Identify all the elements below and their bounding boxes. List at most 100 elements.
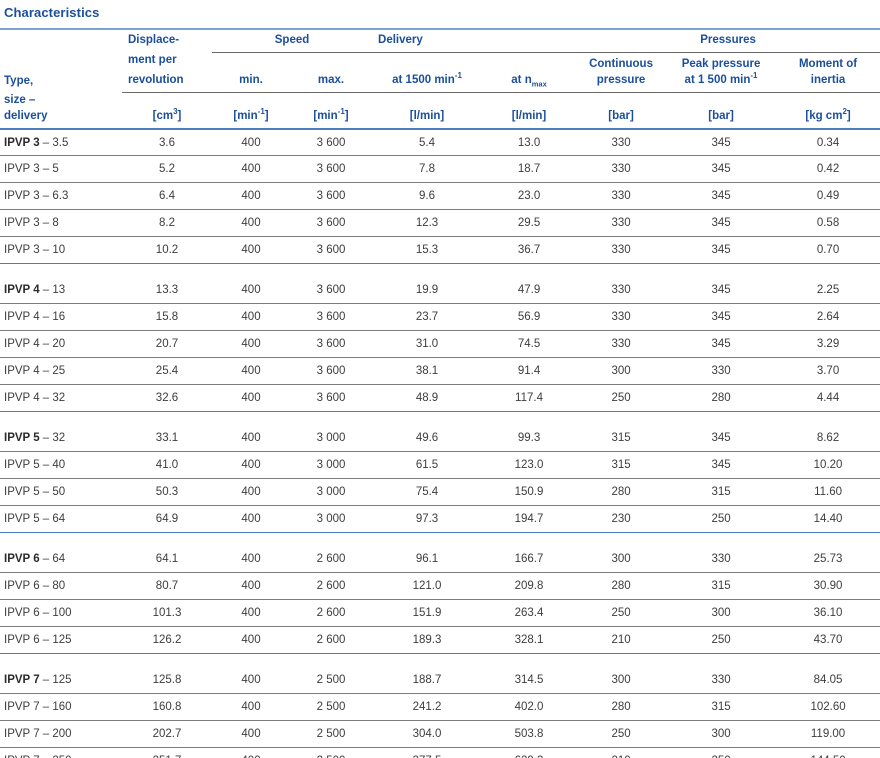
cell-speed-max: 3 600 (290, 209, 373, 238)
cell-delivery-1500: 75.4 (372, 478, 483, 507)
header-group-delivery: Delivery (372, 30, 577, 53)
type-model: IPVP 6 (4, 607, 40, 620)
cell-inertia: 2.25 (776, 276, 880, 305)
cell-speed-min: 400 (212, 424, 290, 453)
header-delivery-1500-sup: -1 (454, 71, 462, 81)
cell-continuous: 230 (576, 505, 667, 534)
type-size: 50 (52, 486, 66, 499)
cell-delivery-1500: 23.7 (372, 303, 483, 332)
cell-continuous: 300 (576, 545, 667, 574)
header-stub-blank-2 (0, 52, 122, 72)
cell-type: IPVP 3 – 3.5 (0, 127, 122, 157)
group-spacer (0, 412, 880, 425)
type-size: 8 (52, 217, 59, 230)
cell-delivery-1500: 12.3 (372, 209, 483, 238)
table-row: IPVP 6 – 64 64.1 400 2 600 96.1 166.7 300 330 25… (0, 545, 880, 574)
cell-type: IPVP 3 – 6.3 (0, 182, 122, 211)
type-model: IPVP 3 (4, 190, 40, 203)
cell-continuous: 250 (576, 384, 667, 413)
cell-speed-min: 400 (212, 747, 290, 758)
header-spacer-a (212, 52, 290, 72)
cell-delivery-nmax: 123.0 (482, 451, 577, 480)
cell-displacement: 64.9 (122, 505, 212, 534)
cell-peak: 250 (666, 626, 777, 655)
cell-delivery-nmax: 29.5 (482, 209, 577, 238)
cell-delivery-1500: 189.3 (372, 626, 483, 655)
table-row: IPVP 7 – 125 125.8 400 2 500 188.7 314.5 300 33… (0, 666, 880, 695)
cell-speed-max: 2 500 (290, 720, 373, 749)
cell-speed-min: 400 (212, 720, 290, 749)
cell-speed-min: 400 (212, 626, 290, 655)
table-row: IPVP 6 – 100 101.3 400 2 600 151.9 263.4 250 30… (0, 599, 880, 628)
cell-type: IPVP 7 – 200 (0, 720, 122, 749)
cell-speed-min: 400 (212, 236, 290, 265)
type-size: 40 (52, 459, 66, 472)
cell-peak: 315 (666, 693, 777, 722)
cell-speed-min: 400 (212, 276, 290, 305)
type-size: 5 (52, 163, 59, 176)
cell-speed-max: 2 600 (290, 626, 373, 655)
header-spacer-d (482, 52, 576, 72)
type-dash: – (39, 217, 53, 230)
type-size: 6.3 (52, 190, 69, 203)
table-row: IPVP 3 – 8 8.2 400 3 600 12.3 29.5 330 345 0.58 (0, 209, 880, 238)
cell-peak: 345 (666, 182, 777, 211)
type-size: 32 (52, 392, 66, 405)
cell-speed-max: 2 600 (290, 572, 373, 601)
cell-peak: 300 (666, 720, 777, 749)
header-spacer-c (372, 52, 482, 72)
type-model: IPVP 3 (4, 244, 40, 257)
cell-type: IPVP 5 – 50 (0, 478, 122, 507)
cell-inertia: 119.00 (776, 720, 880, 749)
unit-continuous: [bar] (576, 91, 667, 129)
cell-inertia: 0.49 (776, 182, 880, 211)
table-row: IPVP 6 – 80 80.7 400 2 600 121.0 209.8 280 315 3… (0, 572, 880, 601)
cell-type: IPVP 3 – 8 (0, 209, 122, 238)
unit-displacement-pre: [cm (152, 110, 174, 123)
table-row: IPVP 4 – 25 25.4 400 3 600 38.1 91.4 300 330 3.7… (0, 357, 880, 386)
unit-delivery-1500: [l/min] (372, 91, 483, 129)
type-dash: – (39, 284, 53, 297)
type-dash: – (39, 728, 53, 741)
cell-inertia: 25.73 (776, 545, 880, 574)
table-header: Displace- Speed Delivery Pressures ment … (0, 30, 880, 129)
cell-speed-min: 400 (212, 572, 290, 601)
unit-speed-max-post: ] (344, 110, 349, 123)
unit-speed-max-pre: [min (313, 110, 338, 123)
cell-peak: 330 (666, 666, 777, 695)
cell-delivery-1500: 121.0 (372, 572, 483, 601)
cell-delivery-1500: 61.5 (372, 451, 483, 480)
cell-continuous: 330 (576, 209, 667, 238)
header-inertia-line2: inertia (810, 74, 846, 87)
cell-type: IPVP 6 – 125 (0, 626, 122, 655)
type-dash: – (39, 311, 53, 324)
cell-type: IPVP 4 – 13 (0, 276, 122, 305)
cell-inertia: 10.20 (776, 451, 880, 480)
type-dash: – (39, 392, 53, 405)
header-units-row: size – delivery [cm3] [min-1] [min-1] [l… (0, 91, 880, 129)
cell-delivery-1500: 48.9 (372, 384, 483, 413)
cell-inertia: 8.62 (776, 424, 880, 453)
table-row: IPVP 5 – 32 33.1 400 3 000 49.6 99.3 315 345 8.6… (0, 424, 880, 453)
cell-delivery-1500: 241.2 (372, 693, 483, 722)
cell-inertia: 3.29 (776, 330, 880, 359)
cell-speed-max: 2 600 (290, 599, 373, 628)
cell-delivery-nmax: 18.7 (482, 155, 577, 184)
cell-continuous: 330 (576, 236, 667, 265)
type-size: 10 (52, 244, 66, 257)
type-size: 80 (52, 580, 66, 593)
cell-inertia: 2.64 (776, 303, 880, 332)
table-row: IPVP 4 – 13 13.3 400 3 600 19.9 47.9 330 345 2.2… (0, 276, 880, 305)
cell-peak: 345 (666, 303, 777, 332)
unit-speed-min: [min-1] (212, 91, 290, 129)
cell-type: IPVP 4 – 20 (0, 330, 122, 359)
type-model: IPVP 5 (4, 432, 40, 445)
cell-displacement: 251.7 (122, 747, 212, 758)
cell-type: IPVP 4 – 25 (0, 357, 122, 386)
header-speed-max: max. (317, 74, 345, 87)
cell-speed-max: 3 000 (290, 424, 373, 453)
header-delivery-1500-text: at 1500 min (392, 74, 455, 87)
cell-speed-min: 400 (212, 384, 290, 413)
type-dash: – (39, 701, 53, 714)
type-size: 160 (52, 701, 72, 714)
